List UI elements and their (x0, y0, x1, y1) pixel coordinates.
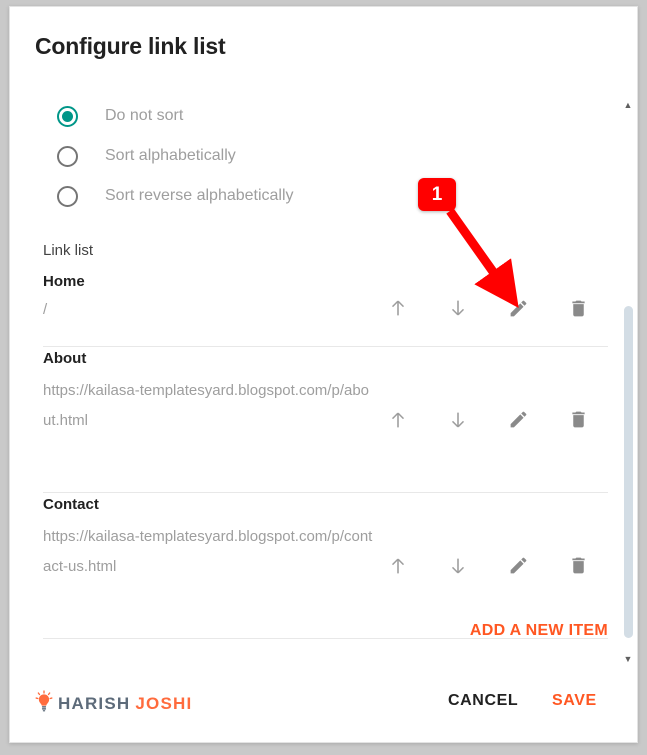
link-list: Home / About https://kailasa-templatesya… (43, 270, 608, 639)
radio-option-sort-alphabetically[interactable]: Sort alphabetically (57, 136, 487, 176)
delete-trash-icon[interactable] (548, 555, 608, 576)
scroll-down-chevron-icon[interactable]: ▼ (620, 651, 636, 667)
link-item-actions (368, 347, 608, 492)
radio-option-do-not-sort[interactable]: Do not sort (57, 96, 487, 136)
move-down-icon[interactable] (428, 297, 488, 319)
table-row: About https://kailasa-templatesyard.blog… (43, 347, 608, 493)
move-up-icon[interactable] (368, 555, 428, 577)
edit-pencil-icon[interactable] (488, 298, 548, 319)
move-up-icon[interactable] (368, 297, 428, 319)
screenshot-root: Configure link list Do not sort Sort alp… (0, 0, 647, 755)
radio-label-sort-alphabetically: Sort alphabetically (105, 147, 236, 164)
move-up-icon[interactable] (368, 409, 428, 431)
radio-inner-dot (62, 110, 73, 122)
link-item-title: Home (43, 273, 85, 290)
link-list-heading: Link list (43, 242, 94, 259)
dialog-title: Configure link list (35, 33, 226, 59)
delete-trash-icon[interactable] (548, 298, 608, 319)
brand-name-first: HARISH (58, 693, 131, 713)
brand-watermark: HARISH JOSHI (34, 690, 192, 717)
table-row: Contact https://kailasa-templatesyard.bl… (43, 493, 608, 639)
save-button[interactable]: SAVE (552, 692, 597, 710)
link-item-text: About https://kailasa-templatesyard.blog… (43, 347, 373, 436)
link-item-text: Contact https://kailasa-templatesyard.bl… (43, 493, 373, 582)
radio-label-do-not-sort: Do not sort (105, 107, 184, 124)
link-item-url: / (43, 301, 48, 318)
link-item-title: Contact (43, 496, 99, 513)
add-a-new-item-button[interactable]: ADD A NEW ITEM (470, 622, 608, 639)
link-item-text: Home / (43, 270, 373, 321)
add-new-item-row: ADD A NEW ITEM (43, 622, 608, 640)
dialog-footer: HARISH JOSHI CANCEL SAVE (10, 674, 637, 742)
scroll-up-chevron-icon[interactable]: ▲ (620, 97, 636, 113)
radio-button-icon[interactable] (57, 145, 78, 167)
move-down-icon[interactable] (428, 555, 488, 577)
link-item-title: About (43, 350, 87, 367)
configure-link-list-dialog: Configure link list Do not sort Sort alp… (9, 6, 638, 743)
radio-option-sort-reverse-alphabetically[interactable]: Sort reverse alphabetically (57, 176, 487, 216)
move-down-icon[interactable] (428, 409, 488, 431)
radio-button-icon-selected[interactable] (57, 105, 78, 127)
scrollbar-thumb[interactable] (624, 306, 633, 638)
edit-pencil-icon[interactable] (488, 555, 548, 576)
link-item-actions (368, 493, 608, 638)
link-item-url: https://kailasa-templatesyard.blogspot.c… (43, 528, 373, 575)
link-item-actions (368, 270, 608, 346)
brand-name-second: JOSHI (135, 693, 193, 713)
edit-pencil-icon[interactable] (488, 409, 548, 430)
cancel-button[interactable]: CANCEL (448, 692, 518, 710)
radio-label-sort-reverse-alphabetically: Sort reverse alphabetically (105, 187, 294, 204)
vertical-scrollbar[interactable]: ▲ ▼ (620, 93, 636, 669)
delete-trash-icon[interactable] (548, 409, 608, 430)
table-row: Home / (43, 270, 608, 347)
radio-button-icon[interactable] (57, 185, 78, 207)
lightbulb-icon (34, 690, 54, 717)
link-item-url: https://kailasa-templatesyard.blogspot.c… (43, 382, 370, 429)
sort-options-group: Do not sort Sort alphabetically Sort rev… (57, 96, 487, 216)
